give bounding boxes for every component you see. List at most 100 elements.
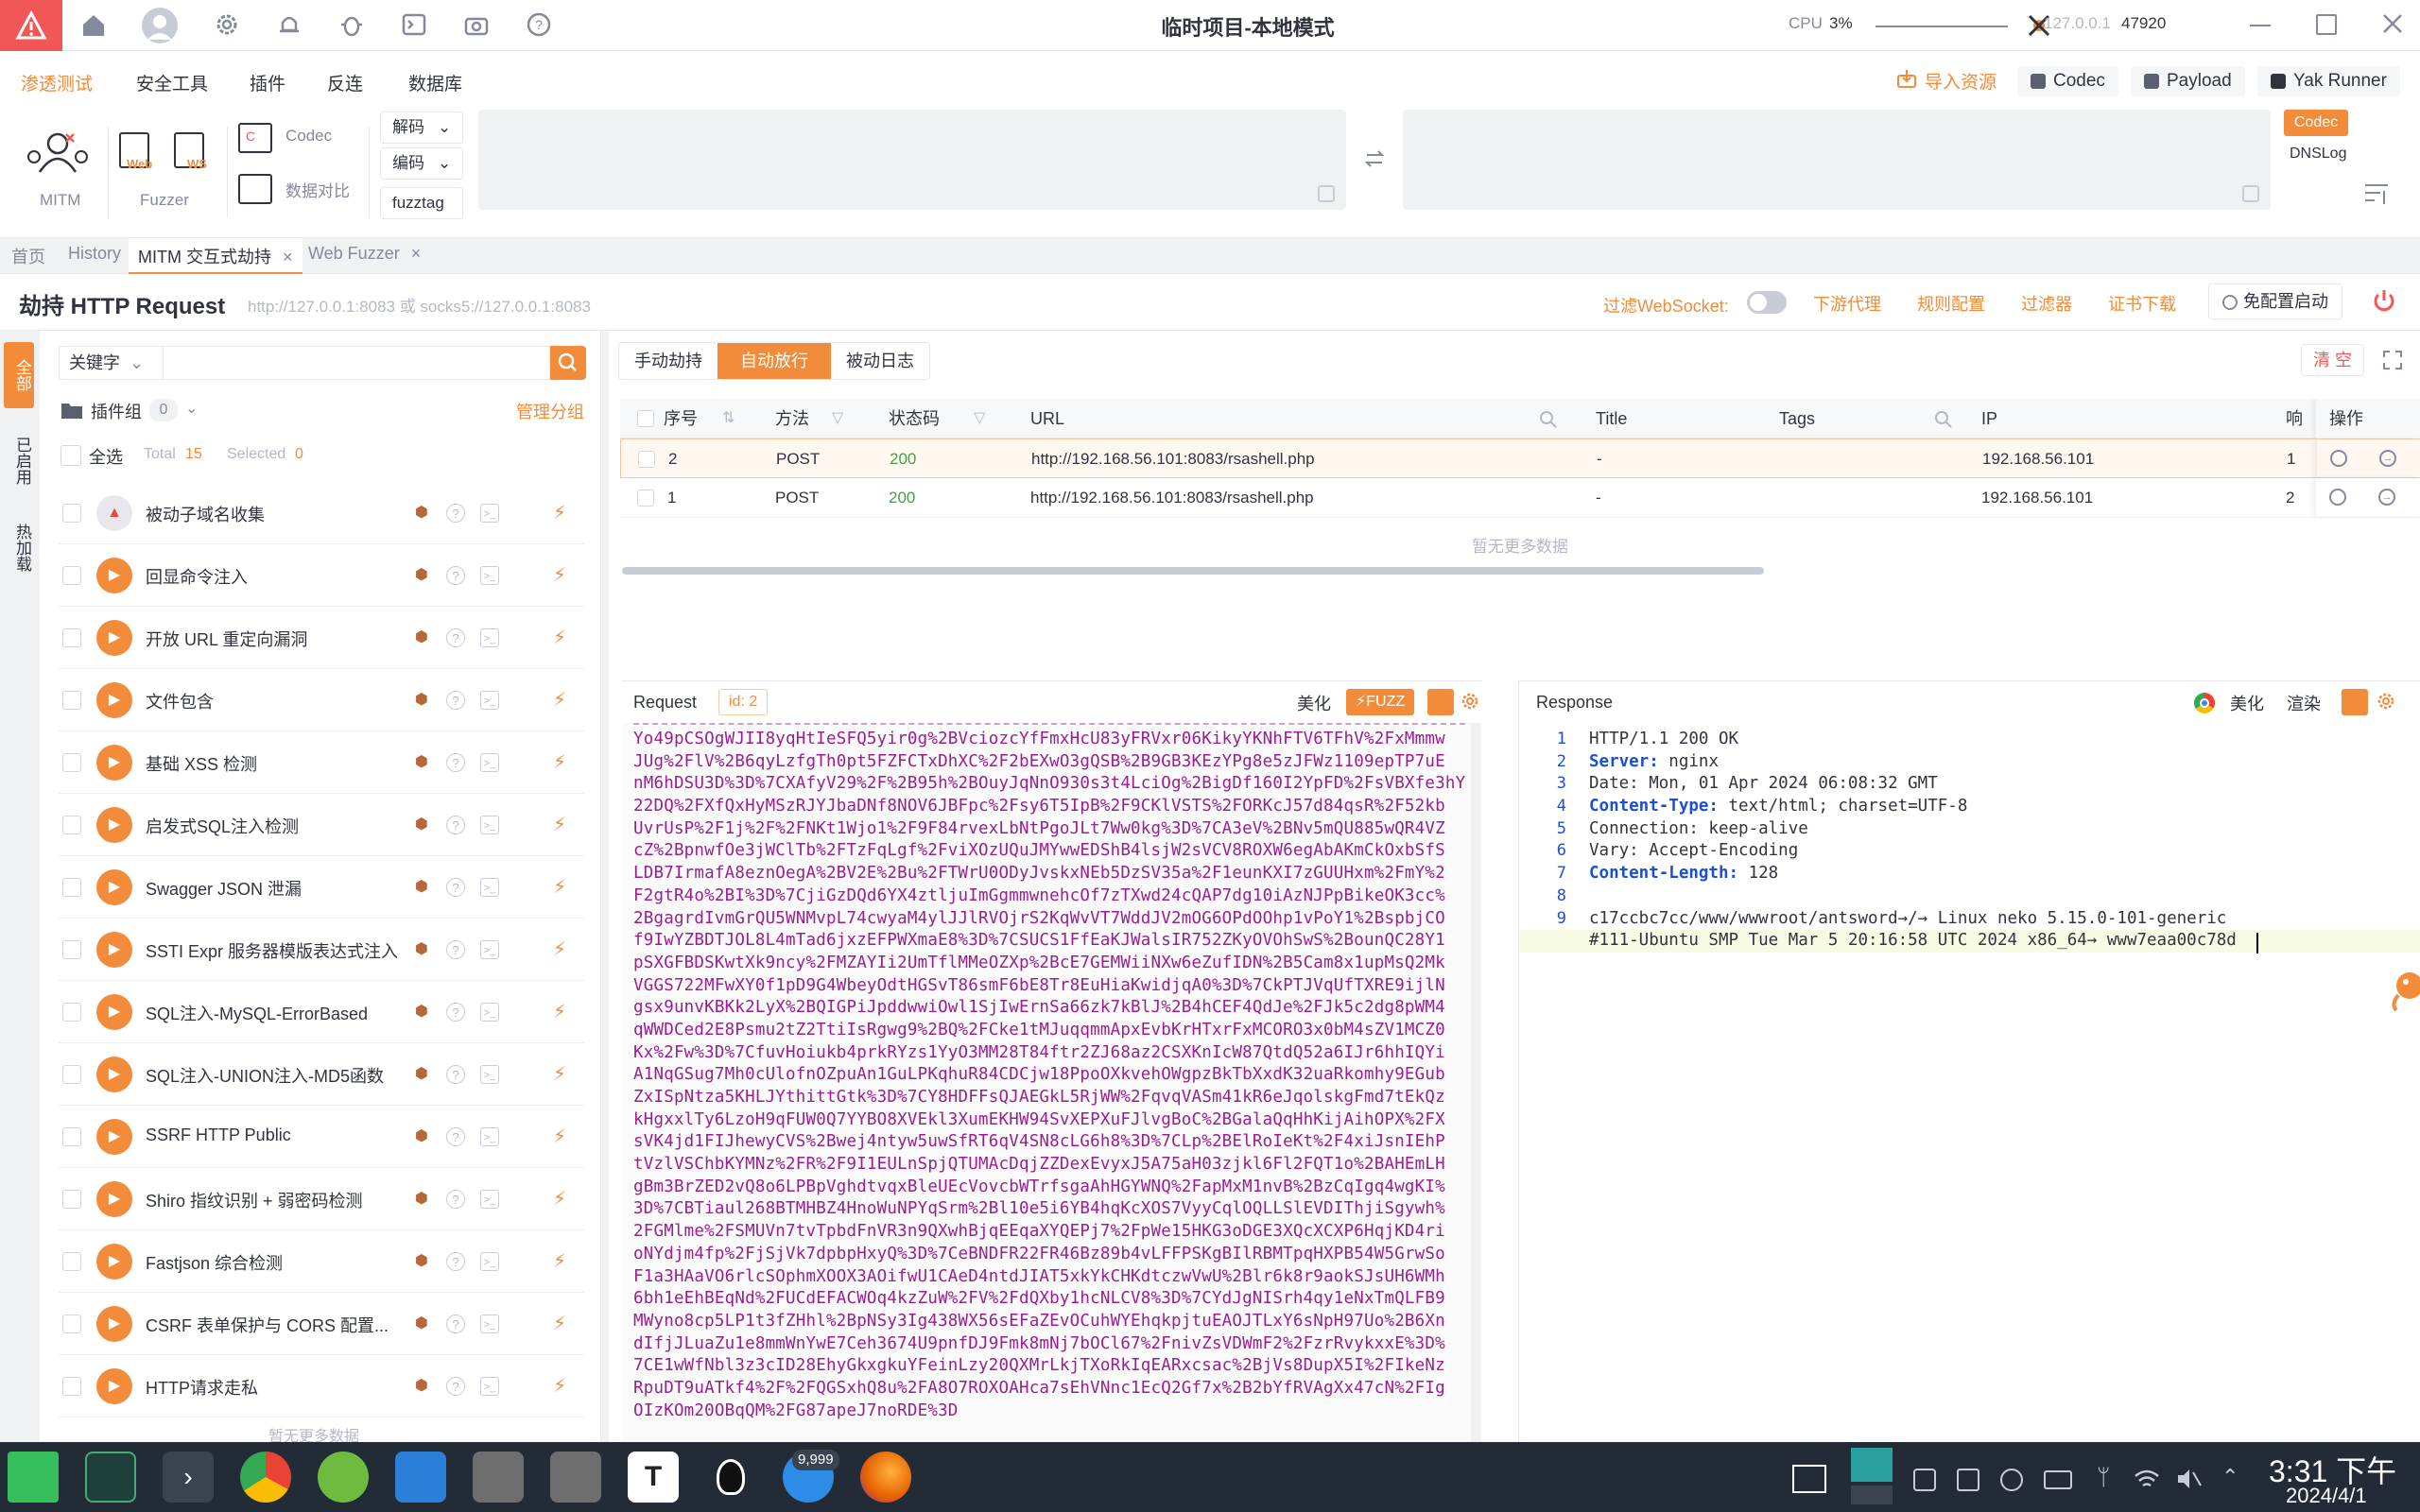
desktop-icon[interactable] (1792, 1465, 1826, 1493)
app-x-icon[interactable] (473, 1452, 524, 1503)
help-icon[interactable]: ? (446, 1003, 465, 1022)
workspace-icon[interactable] (1851, 1448, 1893, 1482)
row-checkbox[interactable] (637, 490, 654, 507)
plugin-row[interactable]: ▶ Fastjson 综合检测 ⬢? >_ ⚡ (59, 1230, 584, 1293)
clear-button[interactable]: 清 空 (2301, 344, 2365, 376)
plugin-row[interactable]: ▶ HTTP请求走私 ⬢? >_ ⚡ (59, 1355, 584, 1418)
plugin-row[interactable]: ▶ 开放 URL 重定向漏洞 ⬢? >_ ⚡ (59, 607, 584, 669)
chrome-icon[interactable] (2330, 450, 2347, 467)
plugin-checkbox[interactable] (62, 1377, 81, 1396)
codec-button[interactable]: Codec (2017, 66, 2118, 96)
search-icon[interactable] (1539, 410, 1558, 429)
close-icon[interactable]: × (411, 244, 422, 263)
wifi-icon[interactable] (2133, 1465, 2161, 1493)
fuzzer-ws-tool[interactable]: WS (174, 132, 214, 180)
data-compare-tool[interactable]: 数据对比 (238, 172, 361, 206)
cert-download-link[interactable]: 证书下载 (2108, 291, 2176, 316)
plugin-checkbox[interactable] (62, 1314, 81, 1333)
tab-history[interactable]: History (68, 244, 121, 264)
help-icon[interactable]: ? (446, 691, 465, 710)
app-typora-icon[interactable]: T (628, 1452, 679, 1503)
code-icon[interactable]: >_ (480, 1003, 499, 1022)
filter-websocket-toggle[interactable] (1747, 291, 1787, 314)
copy-icon[interactable] (2242, 185, 2259, 202)
header-extra[interactable]: 响 (2286, 399, 2303, 438)
plugin-row[interactable]: ▶ SQL注入-UNION注入-MD5函数 ⬢? >_ ⚡ (59, 1043, 584, 1106)
codec-input-area[interactable] (478, 110, 1346, 210)
code-icon[interactable]: >_ (480, 940, 499, 959)
help-icon[interactable]: ? (446, 1252, 465, 1271)
help-icon[interactable]: ? (446, 628, 465, 647)
copy-icon[interactable] (1318, 185, 1335, 202)
chevron-up-icon[interactable]: ⌃ (2221, 1465, 2238, 1489)
row-checkbox[interactable] (638, 451, 655, 468)
close-icon[interactable]: × (283, 248, 293, 266)
lightning-icon[interactable]: ⚡ (550, 1190, 569, 1209)
code-icon[interactable]: >_ (480, 691, 499, 710)
header-url[interactable]: URL (1030, 399, 1064, 438)
response-render-button[interactable]: 渲染 (2287, 691, 2321, 715)
plugin-row[interactable]: ▶ SQL注入-MySQL-ErrorBased ⬢? >_ ⚡ (59, 981, 584, 1043)
app-firefox-icon[interactable] (860, 1452, 911, 1503)
plugin-row[interactable]: ▲ 被动子域名收集 ⬢? >_ ⚡ (59, 482, 584, 544)
send-icon[interactable] (1427, 689, 1454, 715)
plugin-checkbox[interactable] (62, 940, 81, 959)
table-row[interactable]: 1 POST 200 http://192.168.56.101:8083/rsash… (620, 478, 2420, 518)
code-icon[interactable]: >_ (480, 1377, 499, 1396)
payload-button[interactable]: Payload (2131, 66, 2245, 96)
menu-security-tools[interactable]: 安全工具 (136, 70, 208, 95)
code-icon[interactable]: >_ (480, 1065, 499, 1084)
lightning-icon[interactable]: ⚡ (550, 504, 569, 523)
volume-icon[interactable] (2174, 1465, 2203, 1493)
fuzztag-button[interactable]: fuzztag (380, 187, 463, 219)
plugin-checkbox[interactable] (62, 1003, 81, 1022)
request-body[interactable]: Yo49pCSOgWJII8yqHtIeSFQ5yir0g%2BVciozcYf… (622, 723, 1482, 1443)
header-title[interactable]: Title (1596, 399, 1627, 438)
chevron-down-icon[interactable]: ⌄ (185, 399, 198, 418)
code-icon[interactable]: >_ (480, 566, 499, 585)
chrome-icon[interactable] (2329, 489, 2346, 506)
menu-reverse[interactable]: 反连 (327, 70, 363, 95)
lightning-icon[interactable]: ⚡ (550, 1377, 569, 1396)
tab-home[interactable]: 首页 (11, 244, 45, 268)
tray-clipboard-icon[interactable] (1957, 1469, 1979, 1491)
filter-link[interactable]: 过滤器 (2021, 291, 2072, 316)
app-manjaro-icon[interactable] (8, 1452, 59, 1503)
horizontal-scrollbar[interactable] (622, 567, 1764, 575)
plugin-row[interactable]: ▶ Swagger JSON 泄漏 ⬢? >_ ⚡ (59, 856, 584, 919)
help-icon[interactable]: ? (446, 1314, 465, 1333)
bluetooth-icon[interactable]: ᛘ (2097, 1465, 2110, 1491)
settings-icon[interactable] (2376, 691, 2396, 712)
plugin-row[interactable]: ▶ CSRF 表单保护与 CORS 配置... ⬢? >_ ⚡ (59, 1293, 584, 1355)
code-icon[interactable]: >_ (480, 1314, 499, 1333)
codec-tag[interactable]: Codec (2284, 110, 2348, 136)
tab-web-fuzzer[interactable]: Web Fuzzer × (308, 244, 421, 264)
app-chrome-icon[interactable] (240, 1452, 291, 1503)
plugin-checkbox[interactable] (62, 1252, 81, 1271)
code-icon[interactable]: >_ (480, 1190, 499, 1209)
lightning-icon[interactable]: ⚡ (550, 1003, 569, 1022)
plugin-checkbox[interactable] (62, 1190, 81, 1209)
sort-icon[interactable]: ⇅ (722, 408, 735, 427)
auto-release-tab[interactable]: 自动放行 (717, 343, 831, 379)
request-beautify-button[interactable]: 美化 (1297, 691, 1331, 715)
app-files-icon[interactable] (85, 1452, 136, 1503)
plugin-row[interactable]: ▶ 启发式SQL注入检测 ⬢? >_ ⚡ (59, 794, 584, 856)
lightning-icon[interactable]: ⚡ (550, 566, 569, 585)
side-tab-enabled[interactable]: 已启用 (4, 418, 34, 503)
passive-log-tab[interactable]: 被动日志 (831, 343, 929, 379)
code-icon[interactable]: >_ (480, 504, 499, 523)
plugin-checkbox[interactable] (62, 753, 81, 772)
app-wps-icon[interactable] (395, 1452, 446, 1503)
free-config-button[interactable]: 免配置启动 (2208, 284, 2342, 319)
lightning-icon[interactable]: ⚡ (550, 940, 569, 959)
header-tags[interactable]: Tags (1779, 399, 1815, 438)
help-icon[interactable]: ? (446, 940, 465, 959)
vertical-scrollbar[interactable] (1471, 723, 1480, 1443)
filter-icon[interactable]: ▽ (832, 408, 843, 427)
send-icon[interactable] (2342, 689, 2368, 715)
tray-battery-icon[interactable] (2044, 1470, 2072, 1489)
settings-icon[interactable] (1460, 691, 1480, 712)
arrow-right-icon[interactable]: → (2379, 450, 2396, 467)
response-body[interactable]: 1 HTTP/1.1 200 OK 2 Server: nginx 3 Date: Mon… (1519, 723, 2420, 1443)
